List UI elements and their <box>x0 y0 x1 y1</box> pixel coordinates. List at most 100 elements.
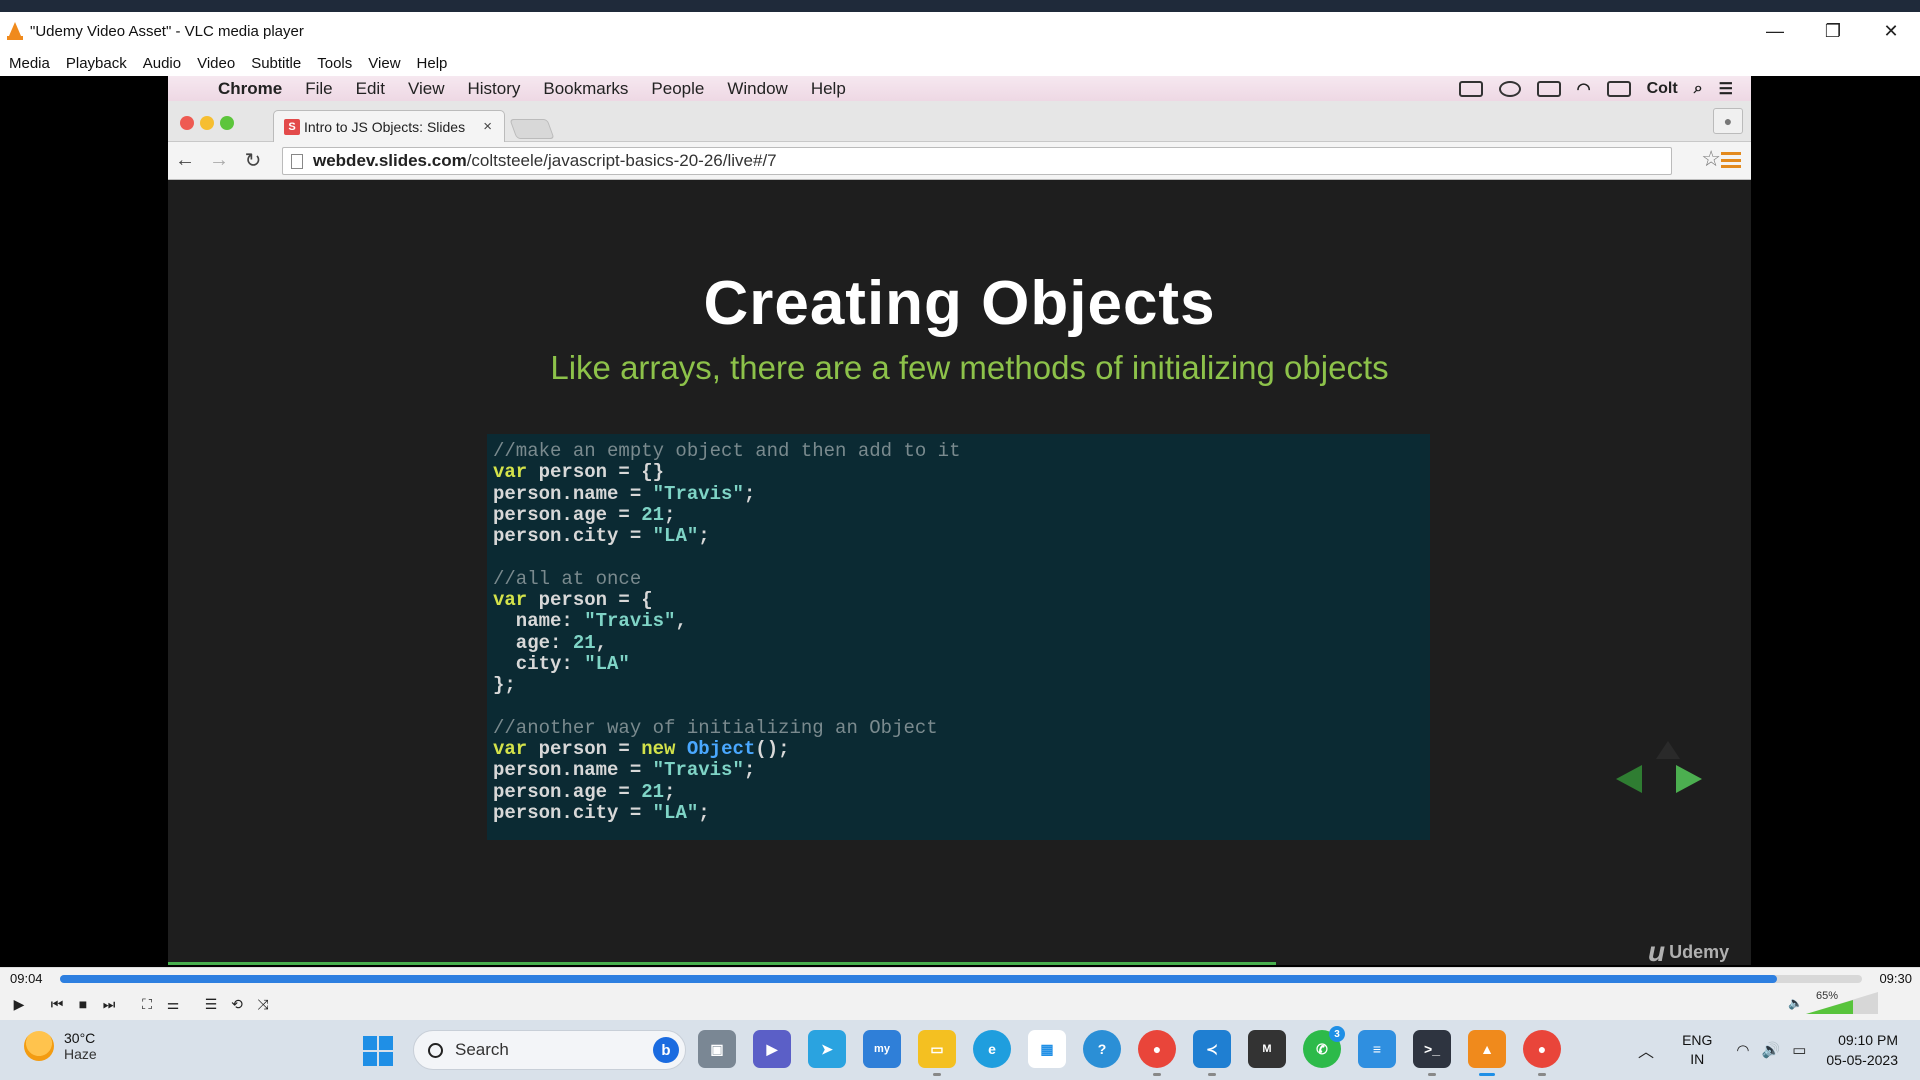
code-line: var person = {} <box>493 461 665 484</box>
udemy-logo-icon: u <box>1648 936 1666 965</box>
wifi-icon: ◠ <box>1576 80 1591 98</box>
menu-tools[interactable]: Tools <box>317 55 352 72</box>
weather-condition: Haze <box>64 1046 97 1062</box>
close-button[interactable]: ✕ <box>1862 12 1920 50</box>
help-icon[interactable]: ? <box>1083 1030 1121 1068</box>
region-code: IN <box>1690 1051 1705 1067</box>
fullscreen-button[interactable]: ⛶ <box>134 993 160 1015</box>
task-view-icon[interactable]: ▣ <box>698 1030 736 1068</box>
vlc-controls: 09:04 09:30 ▶ ⏮ ■ ⏭ ⛶ ⚌ ☰ ⟲ ⤨ 🔈 65% <box>0 967 1920 1020</box>
menu-view[interactable]: View <box>368 55 400 72</box>
telegram-icon[interactable]: ➤ <box>808 1030 846 1068</box>
mac-user-name: Colt <box>1646 79 1678 97</box>
terminal-icon[interactable]: >_ <box>1413 1030 1451 1076</box>
vscode-icon[interactable]: ≺ <box>1193 1030 1231 1076</box>
current-time: 09:04 <box>10 971 43 986</box>
mac-close-dot-icon <box>180 116 194 130</box>
chrome-tab: S Intro to JS Objects: Slides × <box>273 110 505 142</box>
code-line: var person = new Object(); <box>493 738 790 761</box>
vlc-taskbar-icon[interactable]: ▲ <box>1468 1030 1506 1076</box>
microsoft-store-icon[interactable]: ▦ <box>1028 1030 1066 1068</box>
show-hidden-icons-icon[interactable]: ︿ <box>1638 1038 1654 1062</box>
play-button[interactable]: ▶ <box>6 993 32 1015</box>
menu-media[interactable]: Media <box>9 55 50 72</box>
mysql-icon[interactable]: my <box>863 1030 901 1068</box>
shuffle-button[interactable]: ⤨ <box>250 993 276 1015</box>
menu-audio[interactable]: Audio <box>143 55 181 72</box>
language-indicator[interactable]: ENG IN <box>1682 1031 1712 1069</box>
code-line: }; <box>493 674 516 697</box>
url-host: webdev.slides.com <box>313 151 467 170</box>
seek-fill <box>60 975 1778 983</box>
notepad-icon[interactable]: ≡ <box>1358 1030 1396 1068</box>
taskbar-search[interactable]: Search b <box>413 1030 686 1070</box>
slides-favicon-icon: S <box>284 118 300 135</box>
udemy-watermark: u Udemy <box>1648 936 1729 965</box>
next-button[interactable]: ⏭ <box>96 993 122 1015</box>
desktop-top-strip <box>0 0 1920 12</box>
menu-subtitle[interactable]: Subtitle <box>251 55 301 72</box>
window-title: "Udemy Video Asset" - VLC media player <box>30 22 304 40</box>
code-line: name: "Travis", <box>493 610 687 633</box>
speaker-icon[interactable]: 🔈 <box>1788 996 1803 1010</box>
volume-icon[interactable]: 🔊 <box>1762 1041 1781 1059</box>
airplay-icon <box>1536 80 1561 97</box>
playlist-button[interactable]: ☰ <box>198 993 224 1015</box>
stop-button[interactable]: ■ <box>70 993 96 1015</box>
mysql-workbench-icon[interactable]: M <box>1248 1030 1286 1068</box>
slide-title: Creating Objects <box>703 269 1216 338</box>
language-code: ENG <box>1682 1032 1713 1048</box>
vlc-titlebar: "Udemy Video Asset" - VLC media player —… <box>0 12 1920 50</box>
extended-settings-button[interactable]: ⚌ <box>160 993 186 1015</box>
restore-button[interactable]: ❐ <box>1804 12 1862 50</box>
chrome-icon[interactable]: ● <box>1138 1030 1176 1076</box>
video-area[interactable]: Chrome File Edit View History Bookmarks … <box>0 76 1920 967</box>
mac-zoom-dot-icon <box>220 116 234 130</box>
bing-icon[interactable]: b <box>653 1037 679 1063</box>
slide-next-arrow-icon <box>1676 765 1702 793</box>
camera-icon <box>1458 80 1483 97</box>
edge-icon[interactable]: e <box>973 1030 1011 1068</box>
new-tab-icon <box>509 119 555 139</box>
mac-status-area: ◠ Colt ⌕ ☰ <box>1458 76 1733 101</box>
mac-minimize-dot-icon <box>200 116 214 130</box>
teams-icon[interactable]: ▶ <box>753 1030 791 1068</box>
file-explorer-icon[interactable]: ▭ <box>918 1030 956 1076</box>
whatsapp-badge: 3 <box>1329 1026 1345 1042</box>
slide-progress-bar <box>168 962 1277 965</box>
previous-button[interactable]: ⏮ <box>44 993 70 1015</box>
mac-menu-chrome: Chrome <box>218 78 283 98</box>
code-line: person.name = "Travis"; <box>493 759 756 782</box>
code-line: var person = { <box>493 589 653 612</box>
menu-help[interactable]: Help <box>417 55 448 72</box>
page-icon <box>291 154 303 169</box>
whatsapp-icon[interactable]: ✆ 3 <box>1303 1026 1345 1068</box>
mac-menu-people: People <box>651 78 705 98</box>
seek-bar[interactable] <box>60 975 1862 983</box>
chrome-profile-icon[interactable]: ● <box>1523 1030 1561 1076</box>
minimize-button[interactable]: — <box>1746 12 1804 50</box>
mac-menubar: Chrome File Edit View History Bookmarks … <box>168 76 1751 101</box>
code-line: person.city = "LA"; <box>493 525 710 548</box>
mac-menu-bookmarks: Bookmarks <box>543 78 629 98</box>
mac-menu-history: History <box>467 78 521 98</box>
menu-video[interactable]: Video <box>197 55 235 72</box>
vlc-menubar: Media Playback Audio Video Subtitle Tool… <box>0 50 1920 76</box>
weather-sun-icon <box>24 1031 54 1061</box>
code-line: person.name = "Travis"; <box>493 482 756 505</box>
battery-icon[interactable]: ▭ <box>1792 1041 1806 1059</box>
chrome-tab-strip: S Intro to JS Objects: Slides × ● <box>168 101 1751 142</box>
wifi-icon[interactable]: ◠ <box>1736 1041 1749 1059</box>
weather-widget[interactable]: 30°C Haze <box>24 1030 97 1062</box>
volume-slider[interactable]: 🔈 65% <box>1788 990 1878 1014</box>
slide-prev-arrow-icon <box>1616 765 1642 793</box>
code-line: city: "LA" <box>493 652 630 675</box>
code-line: //make an empty object and then add to i… <box>493 440 961 462</box>
code-line: //another way of initializing an Object <box>493 716 938 739</box>
slide: Creating Objects Like arrays, there are … <box>168 181 1751 965</box>
clock[interactable]: 09:10 PM 05-05-2023 <box>1826 1030 1898 1070</box>
chrome-menu-icon <box>1721 152 1741 168</box>
menu-playback[interactable]: Playback <box>66 55 127 72</box>
loop-button[interactable]: ⟲ <box>224 993 250 1015</box>
start-button[interactable] <box>363 1036 393 1066</box>
